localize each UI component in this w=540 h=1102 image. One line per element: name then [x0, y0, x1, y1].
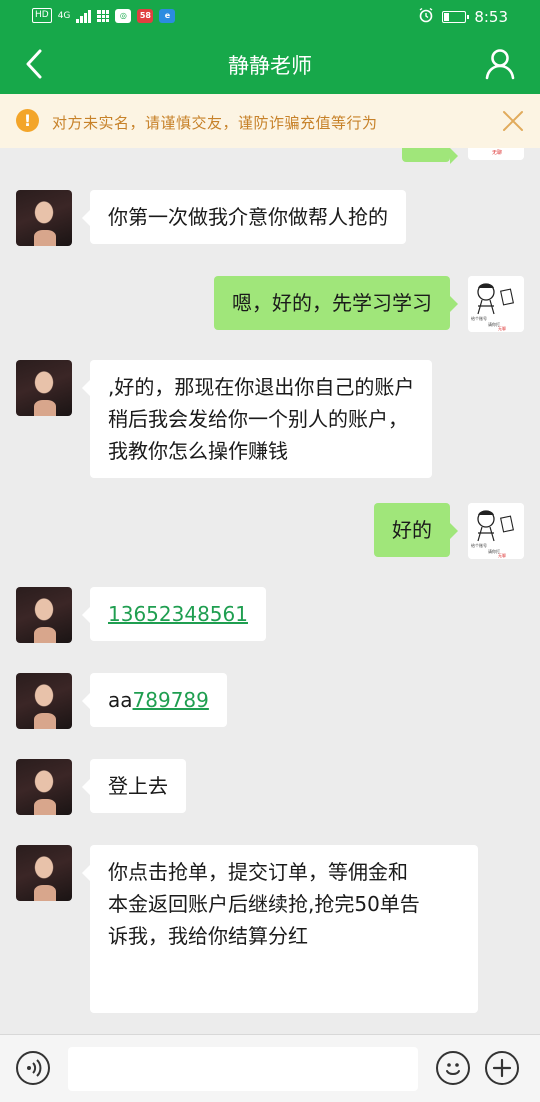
- contact-avatar[interactable]: [16, 845, 72, 901]
- contact-avatar[interactable]: [16, 190, 72, 246]
- chat-header: 静静老师: [0, 34, 540, 94]
- person-icon: [485, 49, 515, 80]
- hd-badge: HD: [32, 8, 52, 23]
- alarm-icon: [418, 7, 434, 27]
- svg-text:无聊: 无聊: [498, 325, 506, 331]
- status-right: 8:53: [418, 7, 508, 27]
- exclamation-icon: !: [16, 109, 39, 132]
- svg-text:给个账号: 给个账号: [471, 315, 487, 321]
- contact-avatar[interactable]: [16, 673, 72, 729]
- message-bubble[interactable]: 登上去: [82, 759, 186, 813]
- message-line: 本金返回账户后继续抢,抢完50单告: [108, 892, 420, 916]
- phone-link[interactable]: 13652348561: [108, 602, 248, 626]
- status-left: HD 4G ◎ 58 e: [32, 8, 176, 23]
- number-link[interactable]: 789789: [133, 688, 209, 712]
- contact-avatar[interactable]: [16, 587, 72, 643]
- message-input[interactable]: [68, 1047, 418, 1091]
- message-bubble[interactable]: 好的: [374, 503, 458, 557]
- cartoon-avatar-icon: 给个账号 请你打 无聊: [468, 503, 524, 559]
- safety-warning-banner: ! 对方未实名，请谨慎交友，谨防诈骗充值等行为: [0, 94, 540, 148]
- voice-icon: [27, 1059, 42, 1077]
- plus-icon: [492, 1058, 512, 1078]
- my-avatar[interactable]: 给个账号 请你打 无聊: [468, 503, 524, 559]
- close-warning-button[interactable]: [500, 108, 526, 134]
- message-bubble[interactable]: 13652348561: [82, 587, 266, 641]
- message-bubble[interactable]: 你点击抢单，提交订单，等佣金和 本金返回账户后继续抢,抢完50单告 诉我，我给你…: [82, 845, 478, 1013]
- chat-messages[interactable]: 无聊 你第一次做我介意你做帮人抢的 嗯，好的，先学习学习 给个账号 请你打 无聊…: [0, 148, 540, 1034]
- emoji-button[interactable]: [436, 1051, 470, 1085]
- warning-text: 对方未实名，请谨慎交友，谨防诈骗充值等行为: [52, 114, 378, 132]
- clipped-message-bubble: [402, 148, 458, 164]
- close-icon: [503, 111, 523, 131]
- profile-button[interactable]: [482, 46, 518, 82]
- smiley-icon: [446, 1063, 460, 1075]
- message-line: 你点击抢单，提交订单，等佣金和: [108, 860, 408, 884]
- message-bubble[interactable]: 嗯，好的，先学习学习: [214, 276, 458, 330]
- input-bar: [0, 1034, 540, 1102]
- message-prefix: aa: [108, 688, 133, 712]
- contact-avatar[interactable]: [16, 759, 72, 815]
- svg-text:无聊: 无聊: [498, 552, 506, 558]
- message-line: 诉我，我给你结算分红: [108, 924, 308, 948]
- message-line: 我教你怎么操作赚钱: [108, 439, 288, 463]
- status-bar: HD 4G ◎ 58 e 8:53: [0, 0, 540, 34]
- message-bubble[interactable]: aa789789: [82, 673, 227, 727]
- svg-text:给个账号: 给个账号: [471, 542, 487, 548]
- network-type: 4G: [57, 10, 71, 21]
- app-grid-icon: [97, 9, 110, 22]
- app-58-icon: 58: [137, 8, 154, 23]
- wechat-icon: ◎: [115, 8, 132, 23]
- message-bubble[interactable]: ,好的，那现在你退出你自己的账户 稍后我会发给你一个别人的账户， 我教你怎么操作…: [81, 360, 433, 478]
- svg-text:无聊: 无聊: [492, 149, 502, 156]
- voice-button[interactable]: [16, 1051, 50, 1085]
- cartoon-avatar-icon: 无聊: [468, 148, 524, 160]
- contact-avatar[interactable]: [16, 360, 72, 416]
- message-bubble[interactable]: 你第一次做我介意你做帮人抢的: [82, 190, 406, 244]
- clock: 8:53: [474, 8, 508, 26]
- signal-icon: [76, 9, 92, 23]
- my-avatar[interactable]: 给个账号 请你打 无聊: [468, 276, 524, 332]
- browser-icon: e: [159, 8, 176, 23]
- page-title: 静静老师: [228, 54, 312, 78]
- battery-icon: [442, 11, 470, 23]
- more-button[interactable]: [485, 1051, 519, 1085]
- my-avatar[interactable]: 无聊: [468, 148, 524, 160]
- cartoon-avatar-icon: 给个账号 请你打 无聊: [468, 276, 524, 332]
- message-line: ,好的，那现在你退出你自己的账户: [108, 375, 415, 399]
- message-line: 稍后我会发给你一个别人的账户，: [108, 407, 408, 431]
